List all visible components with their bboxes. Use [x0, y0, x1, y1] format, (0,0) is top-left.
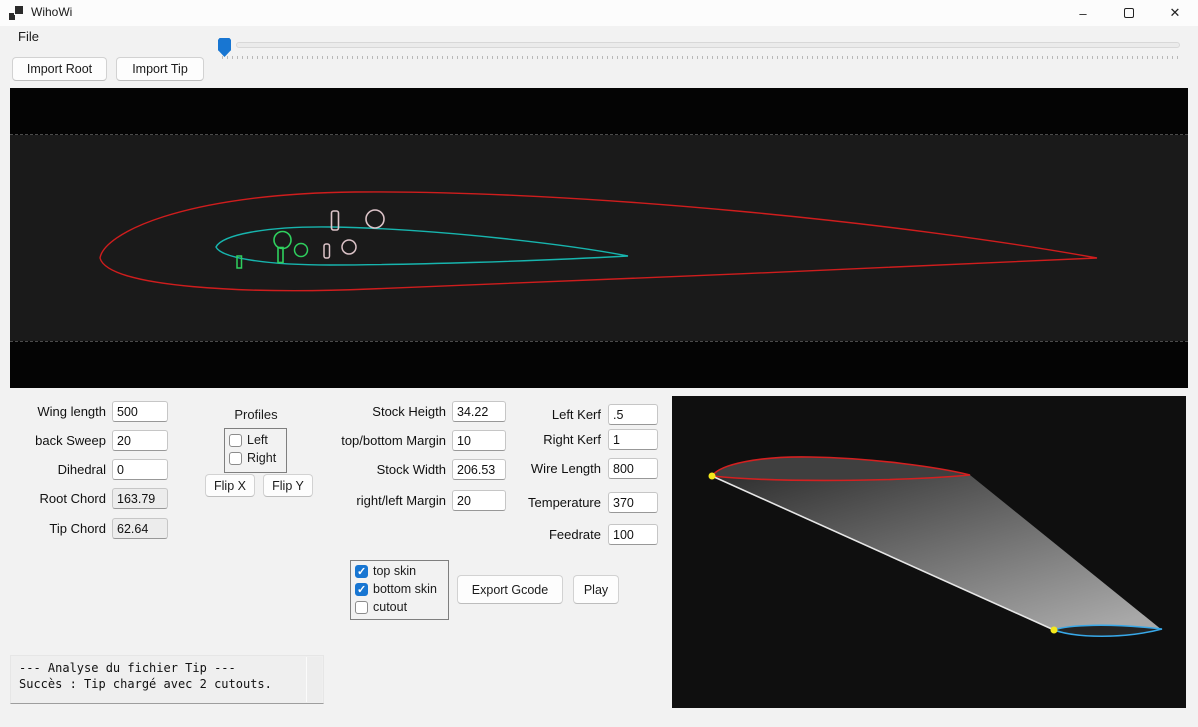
right-kerf-label: Right Kerf: [490, 429, 601, 450]
wing-position-slider-track[interactable]: [236, 42, 1180, 48]
top-skin-checkbox[interactable]: [355, 565, 368, 578]
tip-cutout-circle-small: [295, 244, 308, 257]
right-left-margin-label: right/left Margin: [330, 490, 446, 511]
left-kerf-input[interactable]: [608, 404, 658, 425]
root-airfoil-3d: [712, 457, 970, 481]
root-chord-value: [112, 488, 168, 509]
import-root-button[interactable]: Import Root: [12, 57, 107, 81]
profile-left-label: Left: [247, 433, 268, 447]
profile-2d-drawing: [10, 88, 1188, 388]
right-kerf-input[interactable]: [608, 429, 658, 450]
maximize-button[interactable]: [1106, 0, 1152, 26]
profile-right-checkbox-row[interactable]: Right: [229, 451, 276, 465]
dihedral-input[interactable]: [112, 459, 168, 480]
profile-right-label: Right: [247, 451, 276, 465]
root-leading-edge-marker: [709, 473, 716, 480]
log-line-1: --- Analyse du fichier Tip ---: [19, 661, 236, 675]
root-cutout-circle-lower: [342, 240, 356, 254]
stock-height-label: Stock Heigth: [330, 401, 446, 422]
log-scrollbar[interactable]: [306, 657, 322, 702]
stock-width-label: Stock Width: [330, 459, 446, 480]
log-text: --- Analyse du fichier Tip --- Succès : T…: [19, 660, 303, 692]
tip-leading-edge-marker: [1051, 627, 1058, 634]
close-icon: ✕: [1170, 5, 1181, 21]
slider-tick-marks: [222, 56, 1180, 59]
root-cutout-rect-lower: [324, 244, 330, 258]
play-button[interactable]: Play: [573, 575, 619, 604]
minimize-button[interactable]: –: [1060, 0, 1106, 26]
maximize-icon: [1124, 8, 1134, 18]
export-gcode-button[interactable]: Export Gcode: [457, 575, 563, 604]
tip-airfoil-3d: [1054, 625, 1162, 636]
profile-left-checkbox[interactable]: [229, 434, 242, 447]
wing-position-slider-thumb[interactable]: [218, 38, 231, 57]
log-textbox[interactable]: --- Analyse du fichier Tip --- Succès : T…: [10, 655, 324, 704]
log-line-2: Succès : Tip chargé avec 2 cutouts.: [19, 677, 272, 691]
wire-length-input[interactable]: [608, 458, 658, 479]
profile-left-checkbox-row[interactable]: Left: [229, 433, 268, 447]
left-kerf-label: Left Kerf: [490, 404, 601, 425]
cutout-checkbox-row[interactable]: cutout: [355, 600, 407, 614]
top-skin-checkbox-row[interactable]: top skin: [355, 564, 416, 578]
tip-chord-value: [112, 518, 168, 539]
cutout-label: cutout: [373, 600, 407, 614]
back-sweep-label: back Sweep: [14, 430, 106, 451]
top-bottom-margin-label: top/bottom Margin: [330, 430, 446, 451]
wing-3d-drawing: [672, 396, 1186, 708]
app-icon: [9, 6, 23, 20]
titlebar: WihoWi – ✕: [0, 0, 1198, 26]
temperature-input[interactable]: [608, 492, 658, 513]
wing-surface: [712, 475, 1162, 630]
root-cutout-circle-upper: [366, 210, 384, 228]
bottom-skin-checkbox[interactable]: [355, 583, 368, 596]
wing-length-input[interactable]: [112, 401, 168, 422]
window-title: WihoWi: [31, 5, 72, 19]
feedrate-input[interactable]: [608, 524, 658, 545]
menu-file[interactable]: File: [14, 28, 43, 45]
top-skin-label: top skin: [373, 564, 416, 578]
flip-y-button[interactable]: Flip Y: [263, 474, 313, 497]
tip-cutout-circle-large: [274, 232, 291, 249]
tip-cutout-rect-large: [278, 248, 283, 263]
profiles-group-title: Profiles: [225, 407, 287, 422]
bottom-skin-checkbox-row[interactable]: bottom skin: [355, 582, 437, 596]
import-tip-button[interactable]: Import Tip: [116, 57, 204, 81]
wire-length-label: Wire Length: [490, 458, 601, 479]
minimize-icon: –: [1079, 6, 1086, 21]
back-sweep-input[interactable]: [112, 430, 168, 451]
cutout-checkbox[interactable]: [355, 601, 368, 614]
flip-x-button[interactable]: Flip X: [205, 474, 255, 497]
wing-length-label: Wing length: [14, 401, 106, 422]
temperature-label: Temperature: [490, 492, 601, 513]
profile-2d-canvas[interactable]: [10, 88, 1188, 388]
profile-right-checkbox[interactable]: [229, 452, 242, 465]
dihedral-label: Dihedral: [14, 459, 106, 480]
close-button[interactable]: ✕: [1152, 0, 1198, 26]
root-chord-label: Root Chord: [14, 488, 106, 509]
app-window: WihoWi – ✕ File Import Root Import Tip: [0, 0, 1198, 727]
wing-3d-preview-canvas[interactable]: [672, 396, 1186, 708]
root-airfoil-outline: [100, 192, 1097, 291]
tip-chord-label: Tip Chord: [14, 518, 106, 539]
bottom-skin-label: bottom skin: [373, 582, 437, 596]
feedrate-label: Feedrate: [490, 524, 601, 545]
